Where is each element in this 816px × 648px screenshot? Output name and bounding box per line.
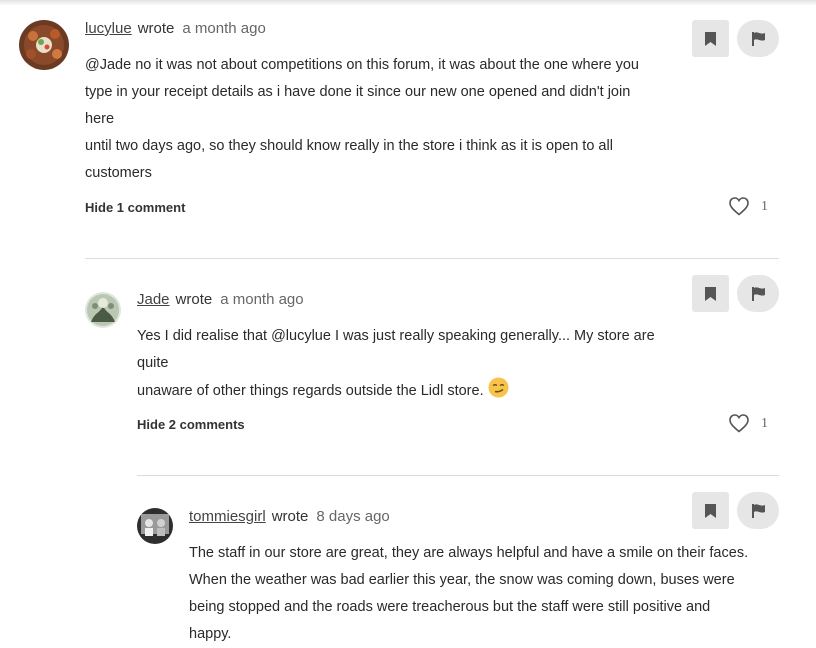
bookmark-button[interactable] <box>692 492 729 529</box>
bookmark-icon <box>705 503 716 518</box>
avatar-jade[interactable] <box>85 292 121 328</box>
comment-line: being stopped and the roads were treache… <box>189 599 711 642</box>
bookmark-icon <box>705 31 716 46</box>
heart-icon <box>729 414 749 433</box>
hide-replies-button[interactable]: Hide 1 comment <box>85 200 185 215</box>
top-shadow <box>0 0 816 6</box>
timestamp: a month ago <box>182 20 266 37</box>
comment-line: type in your receipt details as i have d… <box>85 84 631 127</box>
comment-line-text: unaware of other things regards outside … <box>137 383 484 399</box>
comment-divider <box>85 258 779 259</box>
comment-line: @Jade no it was not about competitions o… <box>85 57 639 73</box>
comment-line: until two days ago, so they should know … <box>85 138 613 154</box>
comment-line: customers <box>85 165 152 181</box>
bookmark-button[interactable] <box>692 275 729 312</box>
smirk-emoji-icon <box>488 377 509 408</box>
comment-line: When the weather was bad earlier this ye… <box>189 572 735 588</box>
like-button[interactable]: 1 <box>729 414 768 433</box>
flag-icon <box>751 31 765 46</box>
comment-body: @Jade no it was not about competitions o… <box>85 52 645 187</box>
wrote-label: wrote <box>137 20 175 37</box>
bookmark-icon <box>705 286 716 301</box>
like-button[interactable]: 1 <box>729 197 768 216</box>
flag-icon <box>751 503 765 518</box>
wrote-label: wrote <box>175 291 213 308</box>
report-button[interactable] <box>737 20 779 57</box>
comment-line: The staff in our store are great, they a… <box>189 545 749 561</box>
hide-replies-button[interactable]: Hide 2 comments <box>137 417 245 432</box>
username-link[interactable]: lucylue <box>85 20 132 37</box>
timestamp: a month ago <box>220 291 304 308</box>
comment-body: Yes I did realise that @lucylue I was ju… <box>137 323 677 408</box>
report-button[interactable] <box>737 492 779 529</box>
avatar-lucylue[interactable] <box>19 20 69 70</box>
report-button[interactable] <box>737 275 779 312</box>
avatar-tommiesgirl[interactable] <box>137 508 173 544</box>
comment-line: unaware of other things regards outside … <box>137 377 677 408</box>
comment-body: The staff in our store are great, they a… <box>189 540 749 648</box>
comment-divider <box>137 475 779 476</box>
timestamp: 8 days ago <box>316 508 390 525</box>
comment-line: Yes I did realise that @lucylue I was ju… <box>137 328 655 371</box>
flag-icon <box>751 286 765 301</box>
like-count: 1 <box>761 415 768 431</box>
wrote-label: wrote <box>271 508 309 525</box>
like-count: 1 <box>761 198 768 214</box>
username-link[interactable]: tommiesgirl <box>189 508 266 525</box>
heart-icon <box>729 197 749 216</box>
bookmark-button[interactable] <box>692 20 729 57</box>
username-link[interactable]: Jade <box>137 291 170 308</box>
